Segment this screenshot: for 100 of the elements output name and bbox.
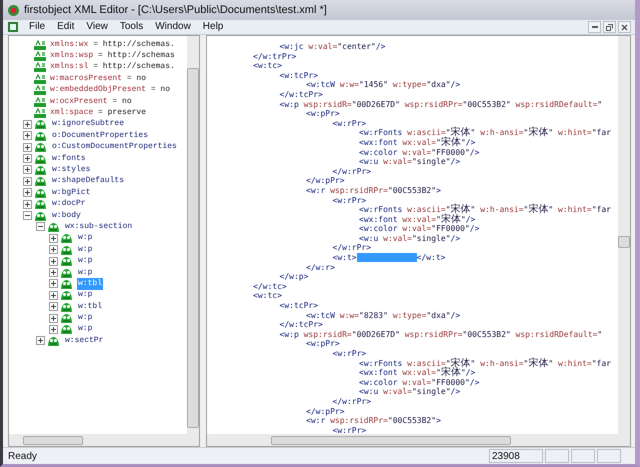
attribute-label[interactable]: w:ocxPresent = no — [50, 96, 132, 108]
tree-item[interactable]: o:DocumentProperties — [51, 130, 150, 142]
collapse-toggle[interactable] — [36, 222, 45, 232]
horizontal-scrollbar[interactable] — [207, 434, 630, 446]
element-icon — [34, 142, 47, 152]
attribute-label[interactable]: xmlns:wsp = http://schemas — [50, 50, 175, 62]
element-icon — [60, 256, 73, 266]
expand-toggle[interactable] — [23, 176, 32, 186]
expand-toggle[interactable] — [49, 314, 58, 323]
tree-item[interactable]: o:CustomDocumentProperties — [51, 141, 178, 154]
expand-toggle[interactable] — [23, 142, 32, 152]
code-line: <w:pPr> — [306, 109, 340, 119]
attribute-label[interactable]: w:embeddedObjPresent = no — [50, 84, 170, 96]
element-icon — [47, 222, 60, 232]
expand-toggle[interactable] — [49, 290, 58, 300]
expand-toggle[interactable] — [49, 324, 58, 334]
tree-item[interactable]: w:p — [77, 289, 94, 302]
code-line: </w:p> — [280, 272, 308, 282]
expand-toggle[interactable] — [49, 279, 58, 288]
expand-toggle[interactable] — [49, 268, 58, 277]
tree-item[interactable]: w:ignoreSubtree — [51, 118, 126, 130]
element-icon — [34, 210, 47, 221]
expand-toggle[interactable] — [49, 234, 58, 243]
expand-toggle[interactable] — [23, 188, 32, 198]
code-line: </w:tc> — [253, 282, 287, 292]
attribute-icon — [34, 85, 46, 96]
code-line: <w:tcPr> — [280, 70, 318, 80]
tree-item[interactable]: w:styles — [51, 164, 92, 176]
code-line: <w:rPr> — [332, 426, 366, 434]
tree-item[interactable]: w:bgPict — [51, 186, 92, 199]
tree-item[interactable]: w:tbl — [77, 300, 104, 313]
menu-item[interactable]: Edit — [51, 20, 80, 34]
minimize-button[interactable] — [588, 21, 601, 33]
attribute-label[interactable]: xml:space = preserve — [50, 107, 146, 120]
tree-item[interactable]: w:shapeDefaults — [51, 175, 126, 188]
expand-toggle[interactable] — [36, 336, 45, 346]
expand-toggle[interactable] — [49, 256, 58, 266]
code-line: <wx:font wx:val="宋体"/> — [359, 214, 476, 224]
attribute-label[interactable]: w:macrosPresent = no — [50, 72, 146, 85]
element-icon — [34, 119, 47, 130]
tree-item[interactable]: w:p — [77, 312, 94, 324]
plus-icon — [51, 281, 56, 286]
tree-item[interactable]: w:p — [77, 244, 94, 256]
tree-item[interactable]: wx:sub-section — [64, 220, 134, 233]
code-line: </w:tcPr> — [280, 320, 323, 330]
restore-button[interactable] — [603, 21, 616, 33]
expand-toggle[interactable] — [23, 131, 32, 140]
plus-icon — [25, 144, 30, 150]
plus-icon — [25, 178, 30, 184]
tree-item[interactable]: w:p — [77, 232, 94, 244]
code-line: <w:p wsp:rsidR="00D26E7D" wsp:rsidRPr="00C553B2" wsp:rsidRDefault=" — [280, 330, 602, 340]
tree-item[interactable]: w:p — [77, 255, 94, 268]
code-line: <w:color w:val="FF0000"/> — [359, 378, 480, 388]
expand-toggle[interactable] — [23, 120, 32, 129]
element-icon — [60, 278, 73, 289]
code-line: </w:rPr> — [332, 243, 372, 254]
expand-toggle[interactable] — [23, 165, 32, 174]
window-title: firstobject XML Editor - [C:\Users\Public\Documents\test.xml *] — [24, 2, 327, 18]
code-line: <wx:font wx:val="宋体"/> — [359, 368, 476, 378]
tree-item[interactable]: w:p — [77, 323, 94, 336]
menu-item[interactable]: View — [80, 20, 114, 34]
code-line: <w:rPr> — [332, 118, 366, 128]
collapse-toggle[interactable] — [23, 211, 32, 220]
code-line: <w:rFonts w:ascii="宋体" w:h-ansi="宋体" w:hint="far — [359, 128, 611, 138]
tree-item[interactable]: w:body — [51, 210, 82, 222]
plus-icon — [25, 122, 30, 127]
menu-item[interactable]: Window — [149, 20, 197, 34]
code-line: <w:p wsp:rsidR="00D26E7D" wsp:rsidRPr="00C553B2" wsp:rsidRDefault=" — [280, 100, 602, 110]
minimize-icon — [592, 26, 598, 28]
vertical-scrollbar[interactable] — [618, 36, 630, 434]
close-button[interactable] — [618, 21, 631, 33]
plus-icon — [51, 304, 56, 310]
code-line: <w:color w:val="FF0000"/> — [359, 224, 480, 234]
menu-item[interactable]: File — [23, 20, 52, 34]
expand-toggle[interactable] — [49, 245, 58, 254]
tree-item[interactable]: w:docPr — [51, 198, 87, 210]
element-icon — [34, 176, 47, 186]
tree-item[interactable]: w:sectPr — [64, 334, 104, 347]
code-line: </w:r> — [306, 262, 335, 272]
code-line: <w:tcW w:w="1456" w:type="dxa"/> — [306, 80, 460, 90]
expand-toggle[interactable] — [23, 200, 32, 209]
element-icon — [34, 154, 47, 164]
tree-item[interactable]: w:fonts — [51, 152, 87, 165]
element-icon — [60, 302, 73, 312]
expand-toggle[interactable] — [49, 302, 58, 312]
menu-item[interactable]: Help — [196, 20, 230, 34]
element-icon — [60, 290, 73, 300]
attribute-label[interactable]: xmlns:wx = http://schemas. — [50, 38, 175, 51]
code-line: <w:t> </w:t> — [332, 253, 446, 263]
scroll-thumb[interactable] — [618, 236, 630, 248]
horizontal-scrollbar[interactable] — [9, 434, 199, 446]
plus-icon — [51, 292, 56, 298]
expand-toggle[interactable] — [23, 154, 32, 164]
tree-item[interactable]: w:p — [77, 266, 94, 279]
attribute-label[interactable]: xmlns:sl = http://schemas. — [50, 61, 175, 74]
plus-icon — [51, 236, 56, 241]
scroll-thumb[interactable] — [271, 436, 511, 444]
code-line: <w:pPr> — [306, 339, 340, 349]
menu-item[interactable]: Tools — [114, 20, 150, 34]
scroll-thumb[interactable] — [23, 436, 83, 444]
